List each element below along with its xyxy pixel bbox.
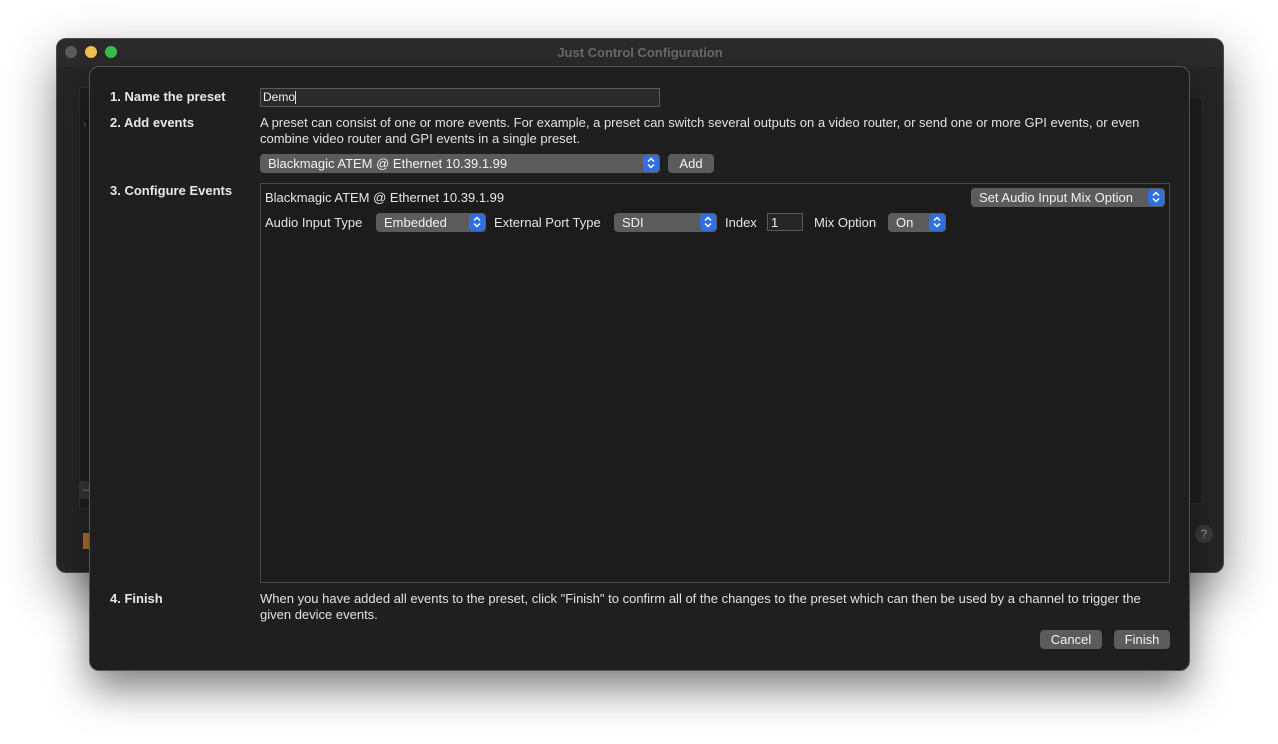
disclosure-chevron-icon[interactable]: ›	[83, 119, 86, 130]
external-port-type-value: SDI	[622, 215, 644, 230]
audio-input-type-select[interactable]: Embedded	[376, 213, 486, 232]
mix-option-label: Mix Option	[814, 215, 877, 230]
preset-configuration-sheet: 1. Name the preset Demo 2. Add events A …	[89, 66, 1190, 671]
preset-name-input[interactable]: Demo	[260, 88, 660, 107]
index-label: Index	[725, 215, 757, 230]
device-select-value: Blackmagic ATEM @ Ethernet 10.39.1.99	[268, 156, 508, 171]
finish-description: When you have added all events to the pr…	[260, 591, 1141, 622]
finish-button[interactable]: Finish	[1114, 630, 1170, 649]
title-bar: Just Control Configuration	[57, 39, 1223, 67]
event-action-value: Set Audio Input Mix Option	[979, 190, 1133, 205]
popup-arrows-icon	[1148, 189, 1164, 206]
preset-name-value: Demo	[263, 90, 296, 104]
step-add-events-label: 2. Add events	[110, 115, 195, 130]
step-name-preset-label: 1. Name the preset	[110, 89, 226, 104]
help-button[interactable]: ?	[1195, 525, 1213, 543]
external-port-type-label: External Port Type	[494, 215, 601, 230]
add-event-button[interactable]: Add	[668, 154, 714, 173]
step-finish-label: 4. Finish	[110, 591, 163, 606]
popup-arrows-icon	[700, 214, 716, 231]
index-input[interactable]: 1	[767, 213, 803, 231]
mix-option-value: On	[896, 215, 914, 230]
popup-arrows-icon	[929, 214, 945, 231]
event-device-label: Blackmagic ATEM @ Ethernet 10.39.1.99	[265, 190, 505, 205]
popup-arrows-icon	[469, 214, 485, 231]
audio-input-type-label: Audio Input Type	[265, 215, 363, 230]
external-port-type-select[interactable]: SDI	[614, 213, 717, 232]
add-events-description: A preset can consist of one or more even…	[260, 115, 1140, 146]
events-list[interactable]: Blackmagic ATEM @ Ethernet 10.39.1.99 Se…	[260, 183, 1170, 583]
popup-arrows-icon	[643, 155, 659, 172]
event-action-select[interactable]: Set Audio Input Mix Option	[971, 188, 1165, 207]
cancel-button[interactable]: Cancel	[1040, 630, 1102, 649]
window-title: Just Control Configuration	[557, 45, 723, 60]
audio-input-type-value: Embedded	[384, 215, 447, 230]
step-configure-events-label: 3. Configure Events	[110, 183, 233, 198]
mix-option-select[interactable]: On	[888, 213, 946, 232]
text-caret	[295, 91, 297, 105]
device-select[interactable]: Blackmagic ATEM @ Ethernet 10.39.1.99	[260, 154, 660, 173]
